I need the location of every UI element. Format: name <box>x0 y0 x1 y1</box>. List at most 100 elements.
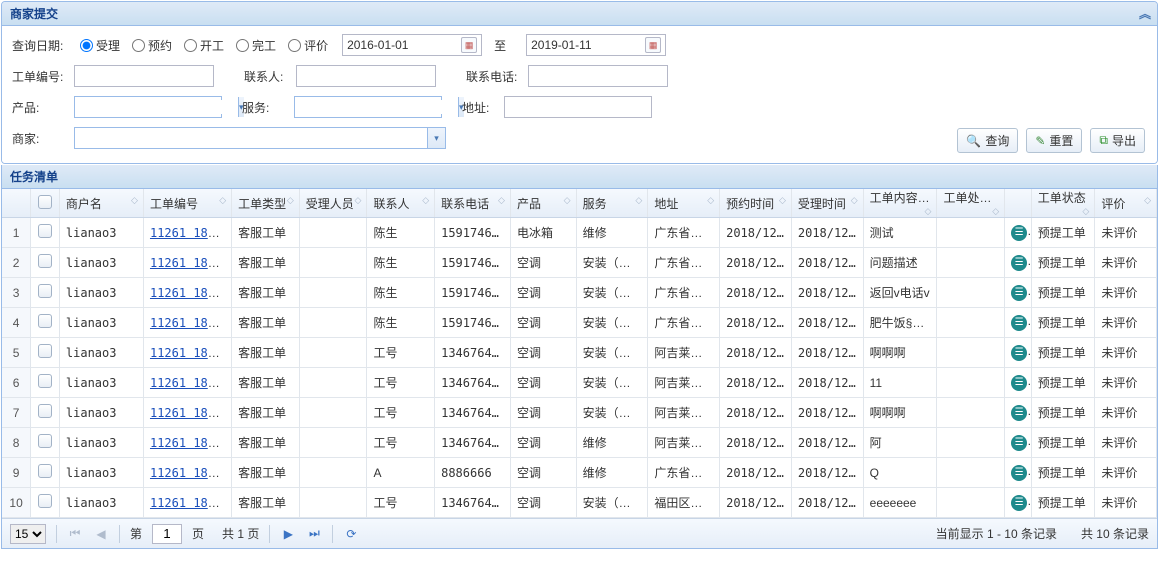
view-icon[interactable]: ☰ <box>1011 435 1027 451</box>
row-checkbox[interactable] <box>38 344 52 358</box>
col-header[interactable]: 商户名◇ <box>59 189 143 218</box>
reset-button[interactable]: ✎ 重置 <box>1026 128 1082 153</box>
sort-icon[interactable]: ◇ <box>131 195 135 206</box>
table-row[interactable]: 9lianao311261 1812…客服工单A8886666空调维修广东省…2… <box>2 458 1157 488</box>
col-header[interactable]: 工单类型◇ <box>232 189 300 218</box>
order-link[interactable]: 11261 1812… <box>150 286 229 300</box>
row-checkbox[interactable] <box>38 284 52 298</box>
order-link[interactable]: 11261 1812… <box>150 346 229 360</box>
row-checkbox[interactable] <box>38 404 52 418</box>
col-header[interactable]: 工单内容描述◇ <box>863 189 937 218</box>
order-link[interactable]: 11261 1812… <box>150 466 229 480</box>
col-header[interactable]: 地址◇ <box>648 189 720 218</box>
product-combo[interactable]: ▾ <box>74 96 222 118</box>
prev-page-icon[interactable]: ◀ <box>93 527 109 541</box>
order-no-input[interactable] <box>74 65 214 87</box>
calendar-icon[interactable]: ▦ <box>645 37 661 53</box>
col-header[interactable] <box>31 189 60 218</box>
radio-受理[interactable]: 受理 <box>80 37 120 54</box>
sort-icon[interactable]: ◇ <box>707 195 711 206</box>
order-link[interactable]: 11261 1812… <box>150 376 229 390</box>
row-checkbox[interactable] <box>38 434 52 448</box>
col-header[interactable]: 产品◇ <box>510 189 576 218</box>
radio-预约[interactable]: 预约 <box>132 37 172 54</box>
page-size-select[interactable]: 15 <box>10 524 46 544</box>
col-header[interactable] <box>2 189 31 218</box>
view-icon[interactable]: ☰ <box>1011 285 1027 301</box>
contact-input[interactable] <box>296 65 436 87</box>
service-combo-input[interactable] <box>295 100 458 114</box>
order-link[interactable]: 11261 1812… <box>150 256 229 270</box>
radio-input[interactable] <box>288 39 301 52</box>
refresh-icon[interactable]: ⟳ <box>343 527 359 541</box>
table-row[interactable]: 7lianao311261 1812…客服工单工号1346764…空调安装（…阿… <box>2 398 1157 428</box>
col-header[interactable]: 预约时间◇ <box>720 189 792 218</box>
phone-input[interactable] <box>528 65 668 87</box>
col-header[interactable]: 工单编号◇ <box>143 189 231 218</box>
sort-icon[interactable]: ◇ <box>1144 195 1148 206</box>
product-combo-input[interactable] <box>75 100 238 114</box>
col-header[interactable]: 受理人员◇ <box>299 189 367 218</box>
row-checkbox[interactable] <box>38 374 52 388</box>
row-checkbox[interactable] <box>38 494 52 508</box>
table-row[interactable]: 3lianao311261 1812…客服工单陈生1591746…空调安装（…广… <box>2 278 1157 308</box>
col-header[interactable]: 工单状态◇ <box>1031 189 1095 218</box>
sort-icon[interactable]: ◇ <box>498 195 502 206</box>
col-header[interactable]: 服务◇ <box>576 189 648 218</box>
sort-icon[interactable]: ◇ <box>564 195 568 206</box>
search-button[interactable]: 🔍 查询 <box>957 128 1018 153</box>
view-icon[interactable]: ☰ <box>1011 495 1027 511</box>
merchant-combo[interactable]: ▾ <box>74 127 446 149</box>
chevron-down-icon[interactable]: ▾ <box>427 128 445 148</box>
col-header[interactable]: 联系人◇ <box>367 189 435 218</box>
row-checkbox[interactable] <box>38 464 52 478</box>
row-checkbox[interactable] <box>38 224 52 238</box>
sort-icon[interactable]: ◇ <box>422 195 426 206</box>
table-row[interactable]: 8lianao311261 1812…客服工单工号1346764…空调维修阿吉莱… <box>2 428 1157 458</box>
col-header[interactable]: 评价◇ <box>1095 189 1157 218</box>
first-page-icon[interactable]: ⏮ <box>67 526 83 541</box>
table-row[interactable]: 5lianao311261 1812…客服工单工号1346764…空调安装（…阿… <box>2 338 1157 368</box>
merchant-combo-input[interactable] <box>75 131 427 145</box>
last-page-icon[interactable]: ⏭ <box>306 526 322 541</box>
collapse-icon[interactable]: ︽ <box>1139 5 1149 22</box>
radio-input[interactable] <box>184 39 197 52</box>
view-icon[interactable]: ☰ <box>1011 255 1027 271</box>
radio-input[interactable] <box>132 39 145 52</box>
view-icon[interactable]: ☰ <box>1011 405 1027 421</box>
table-row[interactable]: 1lianao311261 1812…客服工单陈生1591746…电冰箱维修广东… <box>2 218 1157 248</box>
view-icon[interactable]: ☰ <box>1011 315 1027 331</box>
sort-icon[interactable]: ◇ <box>355 195 359 206</box>
radio-input[interactable] <box>236 39 249 52</box>
col-header[interactable]: 联系电话◇ <box>435 189 511 218</box>
radio-开工[interactable]: 开工 <box>184 37 224 54</box>
view-icon[interactable]: ☰ <box>1011 465 1027 481</box>
date-from-input[interactable]: 2016-01-01 ▦ <box>342 34 482 56</box>
order-link[interactable]: 11261 1812… <box>150 496 229 510</box>
next-page-icon[interactable]: ▶ <box>280 527 296 541</box>
export-button[interactable]: ⧉ 导出 <box>1090 128 1145 153</box>
order-link[interactable]: 11261 1812… <box>150 436 229 450</box>
table-row[interactable]: 10lianao311261 1812…客服工单工号1346764…空调安装（…… <box>2 488 1157 518</box>
radio-input[interactable] <box>80 39 93 52</box>
sort-icon[interactable]: ◇ <box>287 195 291 206</box>
col-header[interactable]: 工单处理人◇ <box>937 189 1005 218</box>
radio-评价[interactable]: 评价 <box>288 37 328 54</box>
table-row[interactable]: 2lianao311261 1812…客服工单陈生1591746…空调安装（…广… <box>2 248 1157 278</box>
page-number-input[interactable] <box>152 524 182 544</box>
sort-icon[interactable]: ◇ <box>779 195 783 206</box>
sort-icon[interactable]: ◇ <box>992 206 996 217</box>
row-checkbox[interactable] <box>38 254 52 268</box>
order-link[interactable]: 11261 1812… <box>150 406 229 420</box>
view-icon[interactable]: ☰ <box>1011 375 1027 391</box>
select-all-checkbox[interactable] <box>38 195 52 209</box>
service-combo[interactable]: ▾ <box>294 96 442 118</box>
col-header[interactable] <box>1005 189 1032 218</box>
view-icon[interactable]: ☰ <box>1011 225 1027 241</box>
sort-icon[interactable]: ◇ <box>925 206 929 217</box>
order-link[interactable]: 11261 1812… <box>150 226 229 240</box>
table-row[interactable]: 4lianao311261 1812…客服工单陈生1591746…空调安装（…广… <box>2 308 1157 338</box>
table-row[interactable]: 6lianao311261 1812…客服工单工号1346764…空调安装（…阿… <box>2 368 1157 398</box>
sort-icon[interactable]: ◇ <box>635 195 639 206</box>
date-to-input[interactable]: 2019-01-11 ▦ <box>526 34 666 56</box>
